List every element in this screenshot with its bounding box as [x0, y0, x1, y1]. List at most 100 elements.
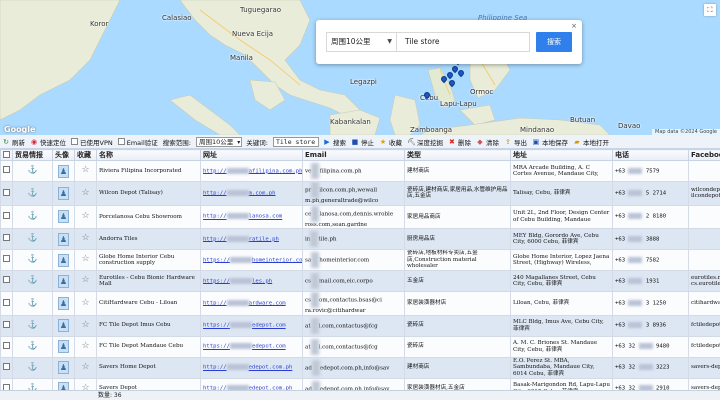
row-select-cell[interactable]	[0, 356, 13, 379]
anchor-icon[interactable]: ⚓	[28, 320, 38, 329]
avatar-cell[interactable]: ♟	[52, 335, 75, 358]
star-outline-icon[interactable]: ☆	[81, 341, 89, 351]
person-icon[interactable]: ♟	[58, 274, 69, 288]
avatar-cell[interactable]: ♟	[52, 204, 75, 229]
map-view[interactable]: Calasiao Nueva Ecija Tuguegarao Philippi…	[0, 0, 720, 135]
star-outline-icon[interactable]: ☆	[81, 254, 89, 264]
refresh-button[interactable]: ↻ 刷新	[2, 137, 25, 147]
anchor-icon[interactable]: ⚓	[28, 298, 38, 307]
url-cell[interactable]: http://edepot.com.ph	[200, 377, 303, 390]
fullscreen-icon[interactable]: ⛶	[704, 4, 716, 16]
person-icon[interactable]: ♟	[58, 210, 69, 224]
column-header-url[interactable]: 网址	[200, 149, 303, 161]
url-cell[interactable]: https:// homeinterior.com	[200, 249, 303, 271]
trade-cell[interactable]: ⚓	[12, 270, 53, 292]
avatar-cell[interactable]: ♟	[52, 181, 75, 206]
favorite-cell[interactable]: ☆	[74, 228, 97, 250]
table-row[interactable]: ⚓ ♟ ☆ FC Tile Depot Mandaue Cebu https:// ede…	[0, 335, 720, 358]
row-select-cell[interactable]	[0, 314, 13, 337]
trade-cell[interactable]: ⚓	[12, 314, 53, 337]
url-cell[interactable]: http:// lanosa.com	[200, 204, 303, 229]
url-cell[interactable]: http:// ardware.com	[200, 291, 303, 316]
checkbox-icon[interactable]	[3, 255, 10, 263]
table-row[interactable]: ⚓ ♟ ☆ FC Tile Depot Imus Cebu https:// edepot…	[0, 314, 720, 337]
url-cell[interactable]: https:// edepot.com	[200, 335, 303, 358]
row-select-cell[interactable]	[0, 377, 13, 390]
star-outline-icon[interactable]: ☆	[81, 188, 89, 198]
checkbox-icon[interactable]	[3, 320, 10, 328]
person-icon[interactable]: ♟	[58, 382, 69, 390]
checkbox-icon[interactable]	[3, 341, 10, 349]
trade-cell[interactable]: ⚓	[12, 249, 53, 271]
star-outline-icon[interactable]: ☆	[81, 211, 89, 221]
table-row[interactable]: ⚓ ♟ ☆ Globe Home Interior Cebu construction…	[0, 249, 720, 271]
star-outline-icon[interactable]: ☆	[81, 362, 89, 372]
star-outline-icon[interactable]: ☆	[81, 383, 89, 390]
anchor-icon[interactable]: ⚓	[28, 362, 38, 371]
search-toolbar-button[interactable]: ▶ 搜索	[323, 137, 346, 147]
column-header-email[interactable]: Email	[302, 149, 405, 161]
favorite-cell[interactable]: ☆	[74, 160, 97, 182]
checkbox-icon[interactable]	[3, 166, 10, 174]
email-verify-checkbox[interactable]: Email验证	[117, 137, 158, 147]
favorite-cell[interactable]: ☆	[74, 377, 97, 390]
person-icon[interactable]: ♟	[58, 340, 69, 353]
avatar-cell[interactable]: ♟	[52, 228, 75, 250]
row-select-cell[interactable]	[0, 291, 13, 316]
favorite-cell[interactable]: ☆	[74, 181, 97, 206]
anchor-icon[interactable]: ⚓	[28, 341, 38, 350]
search-range-select[interactable]: 周围10公里	[195, 136, 243, 147]
checkbox-icon[interactable]	[3, 212, 10, 219]
favorite-cell[interactable]: ☆	[74, 335, 97, 358]
trade-cell[interactable]: ⚓	[12, 160, 53, 182]
anchor-icon[interactable]: ⚓	[28, 233, 38, 242]
keyword-field[interactable]: Tile store	[272, 136, 319, 147]
avatar-cell[interactable]: ♟	[52, 291, 75, 316]
star-outline-icon[interactable]: ☆	[81, 275, 89, 285]
table-row[interactable]: ⚓ ♟ ☆ Porcelanosa Cebu Showroom http:// lanos…	[0, 204, 720, 229]
row-select-cell[interactable]	[0, 181, 13, 206]
anchor-icon[interactable]: ⚓	[28, 383, 38, 390]
row-select-cell[interactable]	[0, 270, 13, 292]
table-row[interactable]: ⚓ ♟ ☆ Savers Depot http://edepot.com.ph ad ede…	[0, 377, 720, 390]
radius-select[interactable]: 周围10公里 ▼	[326, 32, 396, 52]
avatar-cell[interactable]: ♟	[52, 377, 75, 390]
export-button[interactable]: ⇪ 导出	[504, 137, 527, 147]
table-row[interactable]: ⚓ ♟ ☆ Savers Home Depot http:// edepot.com.ph…	[0, 356, 720, 379]
trade-cell[interactable]: ⚓	[12, 377, 53, 390]
column-header-type[interactable]: 类型	[404, 149, 511, 161]
checkbox-icon[interactable]	[3, 298, 10, 306]
favorite-button[interactable]: ★ 收藏	[379, 137, 402, 147]
person-icon[interactable]: ♟	[58, 319, 69, 332]
avatar-cell[interactable]: ♟	[52, 356, 75, 379]
favorite-cell[interactable]: ☆	[74, 314, 97, 337]
checkbox-icon[interactable]	[3, 188, 10, 196]
avatar-cell[interactable]: ♟	[52, 160, 75, 182]
column-header-trade[interactable]: 贸易情报	[12, 149, 53, 161]
trade-cell[interactable]: ⚓	[12, 335, 53, 358]
quick-locate-button[interactable]: ◉ 快速定位	[30, 137, 66, 147]
url-cell[interactable]: https:// les.ph	[200, 270, 303, 292]
star-outline-icon[interactable]: ☆	[81, 298, 89, 308]
trade-cell[interactable]: ⚓	[12, 291, 53, 316]
delete-button[interactable]: ✖ 删除	[448, 137, 471, 147]
row-select-cell[interactable]	[0, 204, 13, 229]
avatar-cell[interactable]: ♟	[52, 314, 75, 337]
row-select-cell[interactable]	[0, 335, 13, 358]
row-select-cell[interactable]	[0, 160, 13, 182]
checkbox-icon[interactable]	[3, 276, 10, 284]
deep-dig-button[interactable]: ⛏ 深度挖掘	[407, 137, 443, 147]
favorite-cell[interactable]: ☆	[74, 249, 97, 271]
star-outline-icon[interactable]: ☆	[81, 233, 89, 243]
person-icon[interactable]: ♟	[58, 296, 69, 310]
favorite-cell[interactable]: ☆	[74, 270, 97, 292]
row-select-cell[interactable]	[0, 249, 13, 271]
anchor-icon[interactable]: ⚓	[28, 211, 38, 220]
local-save-button[interactable]: ▣ 本地保存	[532, 137, 568, 147]
favorite-cell[interactable]: ☆	[74, 356, 97, 379]
clear-button[interactable]: ◆ 清除	[476, 137, 499, 147]
trade-cell[interactable]: ⚓	[12, 181, 53, 206]
star-outline-icon[interactable]: ☆	[81, 320, 89, 330]
url-cell[interactable]: http:// ratile.ph	[200, 228, 303, 250]
table-row[interactable]: ⚓ ♟ ☆ Riviera Filipina Incorporated http:// a…	[0, 160, 720, 182]
